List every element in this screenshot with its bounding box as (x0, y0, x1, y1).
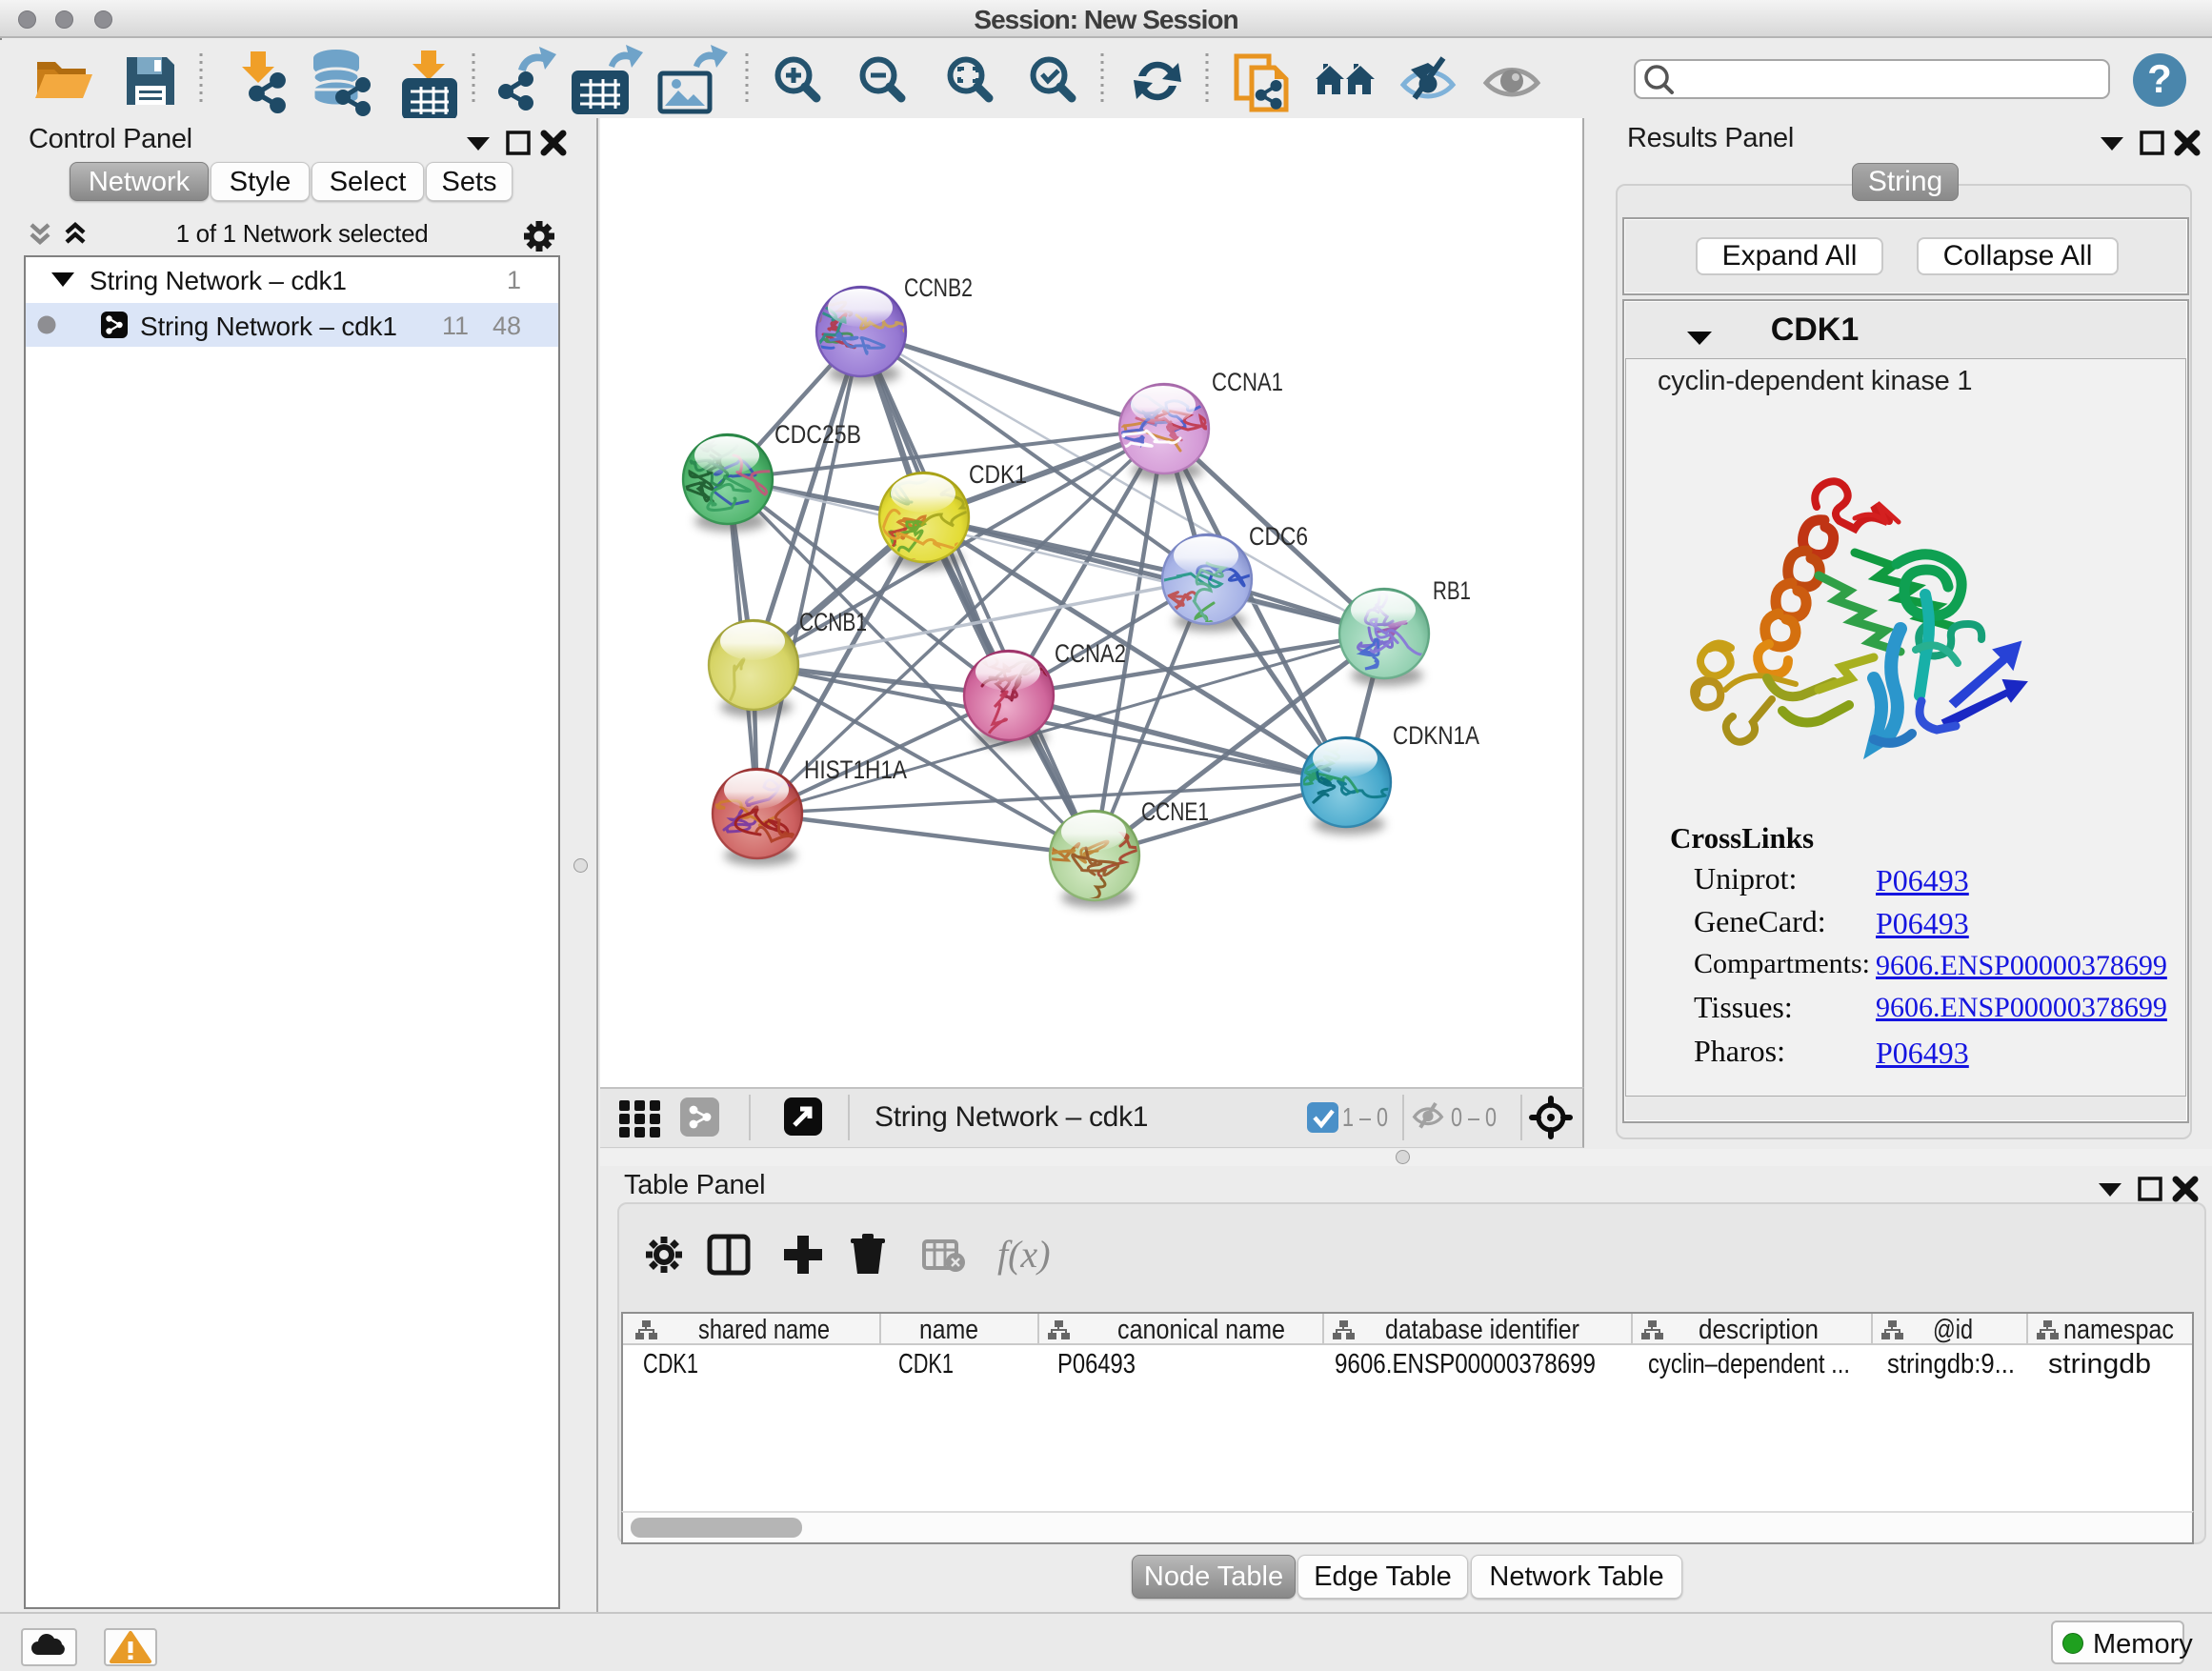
svg-text:name: name (919, 1315, 978, 1345)
svg-text:CCNE1: CCNE1 (1141, 797, 1209, 826)
svg-text:CCNB2: CCNB2 (904, 273, 973, 302)
svg-text:CDC6: CDC6 (1249, 522, 1308, 551)
svg-text:CDK1: CDK1 (898, 1349, 954, 1379)
svg-text:?: ? (2147, 56, 2172, 101)
svg-text:CDK1: CDK1 (643, 1349, 698, 1379)
svg-text:@id: @id (1933, 1315, 1973, 1345)
svg-text:stringdb:9...: stringdb:9... (1887, 1349, 2015, 1379)
svg-text:stringdb: stringdb (2048, 1349, 2151, 1379)
svg-text:namespac: namespac (2063, 1315, 2174, 1345)
svg-text:0 – 0: 0 – 0 (1451, 1102, 1497, 1132)
svg-text:CDC25B: CDC25B (774, 420, 861, 449)
svg-text:database identifier: database identifier (1385, 1315, 1579, 1345)
svg-text:shared name: shared name (698, 1315, 830, 1345)
svg-text:cyclin–dependent ...: cyclin–dependent ... (1648, 1349, 1850, 1379)
svg-text:P06493: P06493 (1057, 1349, 1136, 1379)
svg-text:RB1: RB1 (1433, 576, 1471, 605)
svg-text:HIST1H1A: HIST1H1A (804, 755, 907, 784)
svg-text:String Network – cdk1: String Network – cdk1 (875, 1101, 1148, 1133)
svg-text:9606.ENSP00000378699: 9606.ENSP00000378699 (1335, 1349, 1596, 1379)
svg-text:CDK1: CDK1 (969, 460, 1027, 489)
svg-text:CCNB1: CCNB1 (799, 608, 867, 636)
svg-text:canonical name: canonical name (1117, 1315, 1285, 1345)
svg-text:f(x): f(x) (997, 1233, 1050, 1276)
svg-text:description: description (1699, 1315, 1819, 1345)
svg-text:CCNA2: CCNA2 (1055, 639, 1126, 668)
svg-text:CCNA1: CCNA1 (1212, 368, 1283, 396)
svg-text:1 – 0: 1 – 0 (1342, 1102, 1388, 1132)
svg-text:CDKN1A: CDKN1A (1393, 721, 1479, 750)
